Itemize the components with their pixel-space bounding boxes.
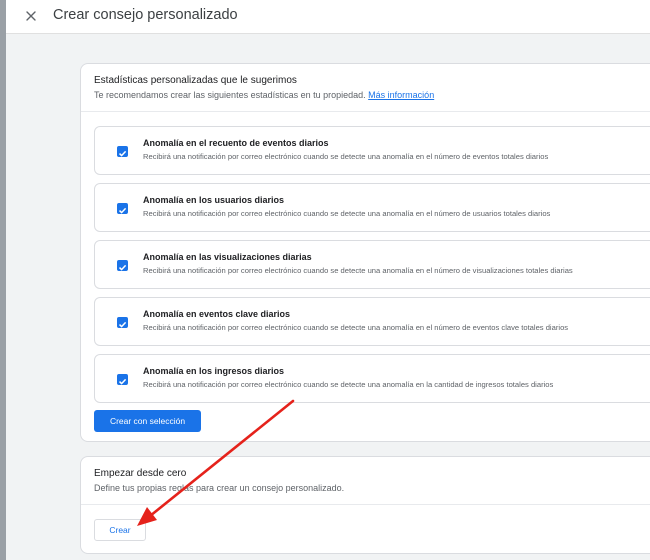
scratch-card-title: Empezar desde cero (94, 468, 187, 479)
suggestion-item[interactable]: Anomalía en el recuento de eventos diari… (94, 126, 650, 175)
checkbox-checked-icon[interactable] (117, 374, 128, 385)
create-button[interactable]: Crear (94, 519, 146, 541)
suggestion-item[interactable]: Anomalía en los usuarios diarios Recibir… (94, 183, 650, 232)
card-divider (81, 111, 650, 112)
suggestion-item[interactable]: Anomalía en los ingresos diarios Recibir… (94, 354, 650, 403)
suggested-insights-card: Estadísticas personalizadas que le suger… (80, 63, 650, 442)
suggestion-title: Anomalía en eventos clave diarios (143, 309, 291, 319)
checkbox-checked-icon[interactable] (117, 203, 128, 214)
start-from-scratch-card: Empezar desde cero Define tus propias re… (80, 456, 650, 554)
page-title: Crear consejo personalizado (53, 7, 238, 23)
suggested-card-title: Estadísticas personalizadas que le suger… (94, 75, 297, 86)
learn-more-link[interactable]: Más información (368, 90, 434, 100)
suggestion-item[interactable]: Anomalía en las visualizaciones diarias … (94, 240, 650, 289)
card-divider (81, 504, 650, 505)
suggestion-title: Anomalía en los ingresos diarios (143, 366, 285, 376)
suggestion-description: Recibirá una notificación por correo ele… (143, 209, 551, 218)
close-icon[interactable] (22, 7, 40, 25)
suggestion-description: Recibirá una notificación por correo ele… (143, 266, 573, 275)
checkbox-checked-icon[interactable] (117, 260, 128, 271)
suggestion-description: Recibirá una notificación por correo ele… (143, 152, 549, 161)
suggestion-item[interactable]: Anomalía en eventos clave diarios Recibi… (94, 297, 650, 346)
suggestion-description: Recibirá una notificación por correo ele… (143, 380, 554, 389)
checkbox-checked-icon[interactable] (117, 317, 128, 328)
create-with-selection-button[interactable]: Crear con selección (94, 410, 201, 432)
suggestion-title: Anomalía en las visualizaciones diarias (143, 252, 312, 262)
suggestion-title: Anomalía en el recuento de eventos diari… (143, 138, 329, 148)
suggestion-description: Recibirá una notificación por correo ele… (143, 323, 569, 332)
scratch-card-subtitle: Define tus propias reglas para crear un … (94, 483, 345, 493)
dialog-header: Crear consejo personalizado (6, 0, 650, 34)
checkbox-checked-icon[interactable] (117, 146, 128, 157)
suggestion-title: Anomalía en los usuarios diarios (143, 195, 285, 205)
suggested-subtitle-text: Te recomendamos crear las siguientes est… (94, 90, 366, 100)
left-edge-strip (0, 0, 6, 560)
suggested-card-subtitle: Te recomendamos crear las siguientes est… (94, 90, 434, 100)
